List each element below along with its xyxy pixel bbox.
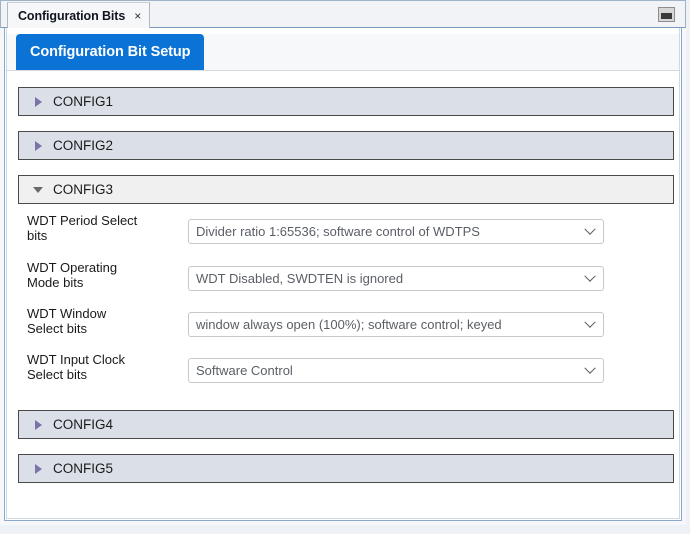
dropdown-wdt-window-select[interactable]: window always open (100%); software cont…: [188, 312, 604, 337]
dropdown-value-wdt-period-select: Divider ratio 1:65536; software control …: [196, 224, 480, 239]
accordion-label-config4: CONFIG4: [53, 417, 114, 432]
accordion-label-config3: CONFIG3: [53, 182, 114, 197]
field-row-wdt-input-clock-select: WDT Input Clock Select bits Software Con…: [7, 352, 679, 392]
dropdown-value-wdt-operating-mode: WDT Disabled, SWDTEN is ignored: [196, 271, 404, 286]
accordion-header-config5[interactable]: CONFIG5: [18, 454, 674, 483]
triangle-right-icon: [27, 140, 49, 151]
accordion-header-config2[interactable]: CONFIG2: [18, 131, 674, 160]
dropdown-wdt-period-select[interactable]: Divider ratio 1:65536; software control …: [188, 219, 604, 244]
section-tab-bar: Configuration Bit Setup: [7, 34, 679, 71]
minimize-restore-icon[interactable]: [658, 7, 675, 22]
tab-configuration-bit-setup[interactable]: Configuration Bit Setup: [16, 34, 205, 70]
screenshot-root: Configuration Bits × Configuration Bit S…: [0, 0, 690, 534]
field-label-wdt-input-clock-select: WDT Input Clock Select bits: [27, 352, 126, 382]
field-row-wdt-window-select: WDT Window Select bits window always ope…: [7, 306, 679, 346]
content-pane-inner: Configuration Bit Setup CONFIG1 CONFIG2 …: [6, 28, 680, 519]
accordion-label-config2: CONFIG2: [53, 138, 114, 153]
accordion-header-config4[interactable]: CONFIG4: [18, 410, 674, 439]
content-pane: Configuration Bit Setup CONFIG1 CONFIG2 …: [4, 28, 682, 521]
field-row-wdt-period-select: WDT Period Select bits Divider ratio 1:6…: [7, 213, 679, 253]
chevron-down-icon: [581, 270, 599, 283]
dropdown-value-wdt-input-clock-select: Software Control: [196, 363, 293, 378]
document-tab-title: Configuration Bits: [18, 9, 126, 23]
field-row-wdt-operating-mode: WDT Operating Mode bits WDT Disabled, SW…: [7, 260, 679, 300]
accordion-header-config3[interactable]: CONFIG3: [18, 175, 674, 204]
chevron-down-icon: [581, 223, 599, 236]
triangle-right-icon: [27, 463, 49, 474]
document-tab-configuration-bits[interactable]: Configuration Bits ×: [7, 2, 151, 29]
triangle-down-icon: [27, 186, 49, 193]
chevron-down-icon: [581, 362, 599, 375]
triangle-right-icon: [27, 419, 49, 430]
dropdown-wdt-operating-mode[interactable]: WDT Disabled, SWDTEN is ignored: [188, 266, 604, 291]
field-label-wdt-period-select: WDT Period Select bits: [27, 213, 138, 243]
accordion-body: CONFIG1 CONFIG2 CONFIG3 WDT Period Selec…: [7, 71, 679, 518]
accordion-header-config1[interactable]: CONFIG1: [18, 87, 674, 116]
minimize-glyph: [661, 13, 672, 19]
triangle-right-icon: [27, 96, 49, 107]
accordion-label-config5: CONFIG5: [53, 461, 114, 476]
field-label-wdt-window-select: WDT Window Select bits: [27, 306, 107, 336]
dropdown-value-wdt-window-select: window always open (100%); software cont…: [196, 317, 502, 332]
field-label-wdt-operating-mode: WDT Operating Mode bits: [27, 260, 118, 290]
document-tab-strip: Configuration Bits ×: [0, 0, 686, 29]
section-tab-label: Configuration Bit Setup: [30, 44, 191, 60]
accordion-label-config1: CONFIG1: [53, 94, 114, 109]
dropdown-wdt-input-clock-select[interactable]: Software Control: [188, 358, 604, 383]
configuration-bits-window: Configuration Bits × Configuration Bit S…: [0, 0, 686, 525]
chevron-down-icon: [581, 316, 599, 329]
close-icon[interactable]: ×: [134, 10, 141, 22]
